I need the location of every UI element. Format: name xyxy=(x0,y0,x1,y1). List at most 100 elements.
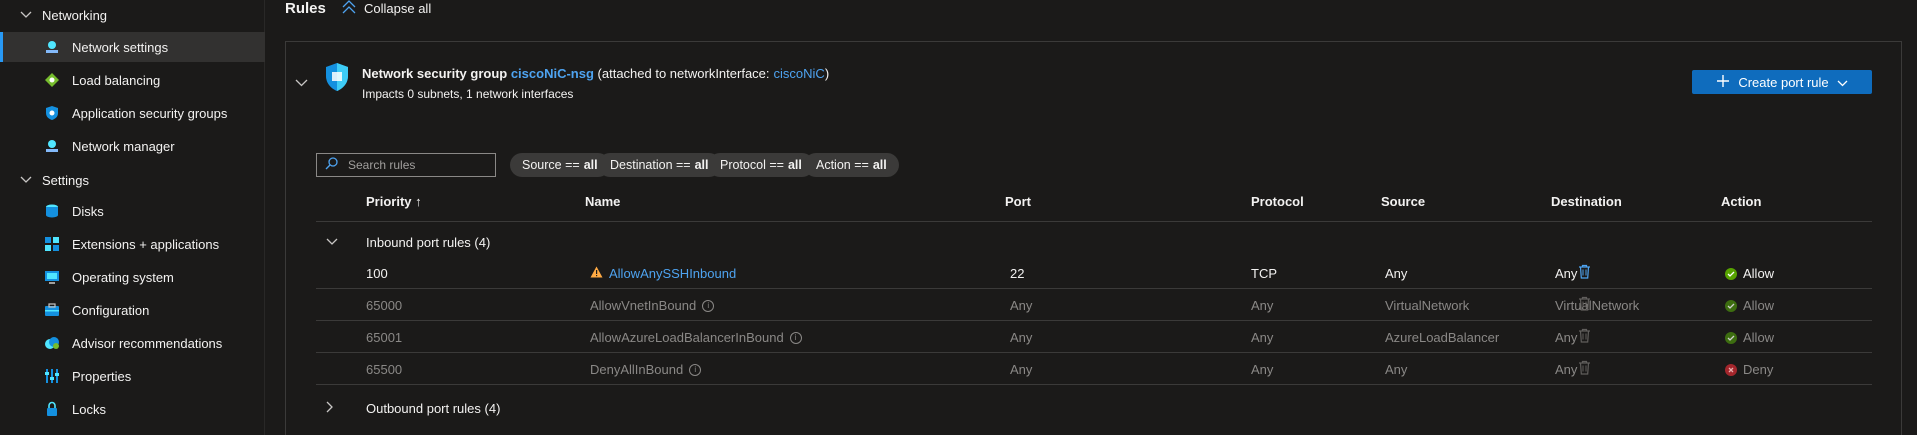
delete-icon[interactable] xyxy=(1578,264,1591,282)
sidebar-item-extensions[interactable]: Extensions + applications xyxy=(0,229,265,259)
sidebar-item-label: Operating system xyxy=(72,269,174,285)
sidebar-item-label: Network manager xyxy=(72,138,175,154)
sidebar-item-label: Network settings xyxy=(72,39,169,55)
chevron-down-icon xyxy=(20,173,42,187)
sidebar-group-settings[interactable]: Settings xyxy=(20,167,89,193)
cell-name: AllowVnetInBound i xyxy=(590,298,715,313)
table-row[interactable]: 65001 AllowAzureLoadBalancerInBound i An… xyxy=(316,321,1872,353)
sidebar-group-label: Networking xyxy=(42,7,108,23)
extensions-icon xyxy=(43,235,61,253)
filter-pill-source[interactable]: Source == all xyxy=(510,153,610,177)
rule-name-link[interactable]: AllowAnySSHInbound xyxy=(609,266,736,281)
network-settings-icon xyxy=(43,38,61,56)
cell-protocol: Any xyxy=(1251,330,1274,345)
sidebar-item-disks[interactable]: Disks xyxy=(0,196,265,226)
nsg-attached-prefix: (attached to networkInterface: xyxy=(597,66,770,81)
sidebar-item-locks[interactable]: Locks xyxy=(0,394,265,424)
column-header-name[interactable]: Name xyxy=(585,194,620,209)
sidebar-item-application-security-groups[interactable]: Application security groups xyxy=(0,98,265,128)
delete-icon xyxy=(1578,296,1591,314)
info-icon[interactable]: i xyxy=(689,363,702,376)
sidebar-item-configuration[interactable]: Configuration xyxy=(0,295,265,325)
sidebar-item-label: Properties xyxy=(72,368,132,384)
cell-source: VirtualNetwork xyxy=(1385,298,1470,313)
sidebar-item-network-settings[interactable]: Network settings xyxy=(0,32,265,62)
column-header-action[interactable]: Action xyxy=(1721,194,1761,209)
search-rules-box[interactable] xyxy=(316,153,496,177)
filter-pill-protocol[interactable]: Protocol == all xyxy=(708,153,814,177)
cell-action: Allow xyxy=(1725,266,1774,281)
cell-source: Any xyxy=(1385,362,1408,377)
rule-name: AllowVnetInBound xyxy=(590,298,697,313)
nsg-interface-link[interactable]: ciscoNiC xyxy=(774,66,825,81)
cell-destination: Any xyxy=(1555,330,1578,345)
create-port-rule-button[interactable]: Create port rule xyxy=(1692,70,1872,94)
nsg-attached-suffix: ) xyxy=(824,66,830,81)
sidebar-group-label: Settings xyxy=(42,172,89,188)
collapse-all-label: Collapse all xyxy=(364,1,432,16)
cell-protocol: Any xyxy=(1251,362,1274,377)
sidebar-item-network-manager[interactable]: Network manager xyxy=(0,131,265,161)
operating-system-icon xyxy=(43,268,61,286)
action-label: Allow xyxy=(1743,266,1775,281)
table-row[interactable]: 100 AllowAnySSHInbound 22 TCP Any Any Al… xyxy=(316,257,1872,289)
column-header-protocol[interactable]: Protocol xyxy=(1251,194,1304,209)
properties-icon xyxy=(43,367,61,385)
main-content: Rules Collapse all Network security grou… xyxy=(265,0,1917,435)
chevron-down-icon xyxy=(20,8,42,22)
info-icon[interactable]: i xyxy=(702,299,715,312)
sidebar-item-label: Application security groups xyxy=(72,105,228,121)
nsg-name-link[interactable]: ciscoNiC-nsg xyxy=(511,66,594,81)
cell-port: 22 xyxy=(1010,266,1025,281)
inbound-rules-label: Inbound port rules (4) xyxy=(366,234,491,250)
outbound-rules-label: Outbound port rules (4) xyxy=(366,400,501,416)
cell-port: Any xyxy=(1010,330,1033,345)
rule-name: AllowAzureLoadBalancerInBound xyxy=(590,330,784,345)
table-row[interactable]: 65500 DenyAllInBound i Any Any Any Any D… xyxy=(316,353,1872,385)
column-header-source[interactable]: Source xyxy=(1381,194,1425,209)
cell-priority: 100 xyxy=(366,266,388,281)
collapse-all-button[interactable]: Collapse all xyxy=(341,0,431,17)
sidebar-item-label: Locks xyxy=(72,401,106,417)
cell-port: Any xyxy=(1010,362,1033,377)
create-port-rule-label: Create port rule xyxy=(1738,74,1829,90)
info-icon[interactable]: i xyxy=(789,331,802,344)
filter-pill-destination[interactable]: Destination == all xyxy=(598,153,721,177)
cell-protocol: Any xyxy=(1251,298,1274,313)
sidebar-group-networking[interactable]: Networking xyxy=(20,2,107,28)
column-header-priority[interactable]: Priority ↑ xyxy=(366,194,422,209)
header-divider xyxy=(316,221,1872,222)
load-balancing-icon xyxy=(43,71,61,89)
chevron-right-icon xyxy=(326,401,334,416)
column-header-destination[interactable]: Destination xyxy=(1551,194,1622,209)
page-title: Rules xyxy=(285,0,326,17)
cell-priority: 65001 xyxy=(366,330,403,345)
configuration-icon xyxy=(43,301,61,319)
chevron-down-icon xyxy=(1837,75,1848,90)
inbound-rules-group[interactable]: Inbound port rules (4) xyxy=(316,227,1872,257)
search-rules-input[interactable] xyxy=(348,158,488,172)
sidebar-item-properties[interactable]: Properties xyxy=(0,361,265,391)
warning-icon xyxy=(590,266,603,281)
advisor-icon xyxy=(43,334,61,352)
filter-pill-action[interactable]: Action == all xyxy=(804,153,899,177)
outbound-rules-group[interactable]: Outbound port rules (4) xyxy=(316,393,1872,423)
sidebar-item-label: Extensions + applications xyxy=(72,236,220,252)
nsg-prefix: Network security group xyxy=(362,66,508,81)
network-manager-icon xyxy=(43,137,61,155)
cell-protocol: TCP xyxy=(1251,266,1277,281)
sidebar-item-label: Advisor recommendations xyxy=(72,335,223,351)
filter-pill-key: Protocol == xyxy=(720,158,784,172)
table-row[interactable]: 65000 AllowVnetInBound i Any Any Virtual… xyxy=(316,289,1872,321)
sidebar-item-load-balancing[interactable]: Load balancing xyxy=(0,65,265,95)
column-header-port[interactable]: Port xyxy=(1005,194,1031,209)
chevron-down-icon[interactable] xyxy=(295,75,308,90)
sidebar-item-advisor-recommendations[interactable]: Advisor recommendations xyxy=(0,328,265,358)
sidebar-item-label: Configuration xyxy=(72,302,150,318)
cell-priority: 65000 xyxy=(366,298,403,313)
filter-pill-value: all xyxy=(787,158,802,172)
sidebar-item-label: Disks xyxy=(72,203,104,219)
lock-icon xyxy=(43,400,61,418)
filter-pill-key: Action == xyxy=(816,158,869,172)
sidebar-item-operating-system[interactable]: Operating system xyxy=(0,262,265,292)
